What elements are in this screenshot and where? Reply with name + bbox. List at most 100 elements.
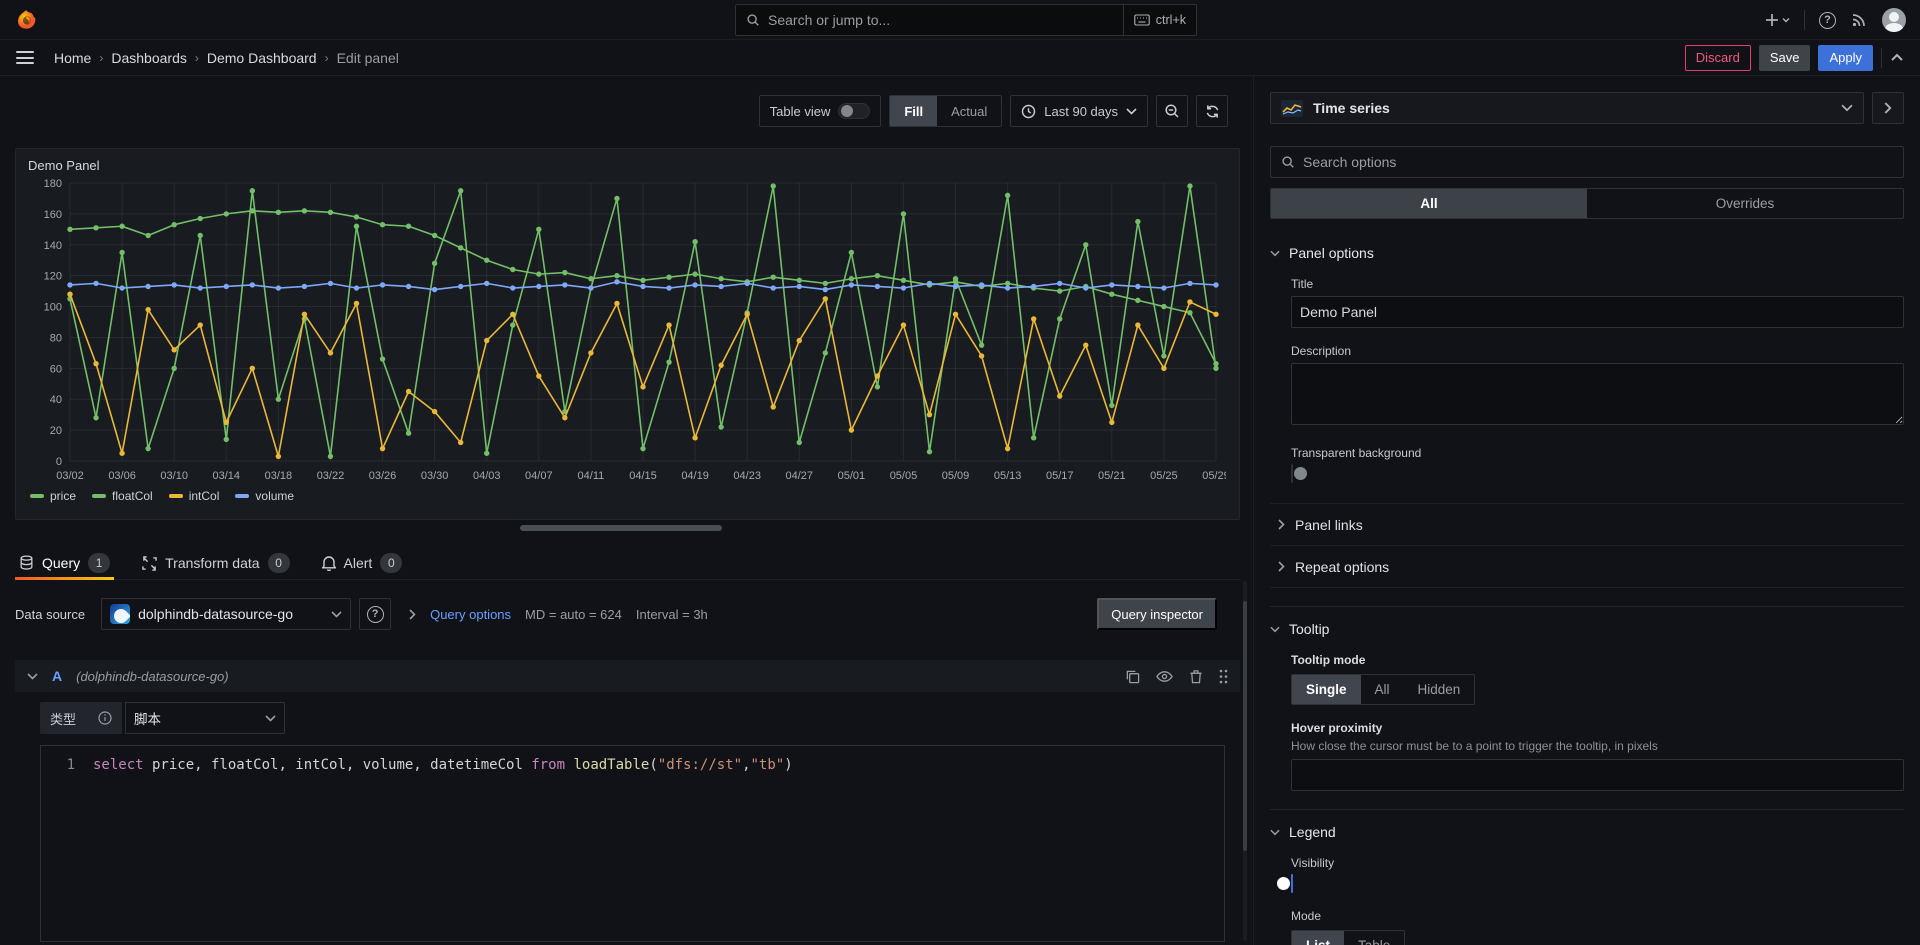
- table-view-toggle[interactable]: [838, 103, 870, 119]
- chevron-down-icon[interactable]: [27, 673, 38, 680]
- svg-text:03/18: 03/18: [265, 470, 293, 482]
- discard-button[interactable]: Discard: [1685, 45, 1751, 71]
- menu-toggle-icon[interactable]: [16, 51, 34, 64]
- query-options-link[interactable]: Query options: [430, 607, 511, 622]
- code-paren: (: [649, 754, 657, 776]
- code-keyword: from: [531, 754, 565, 776]
- breadcrumb-dashboards[interactable]: Dashboards: [111, 50, 187, 66]
- breadcrumb-dashboard-name[interactable]: Demo Dashboard: [207, 50, 317, 66]
- legend-header[interactable]: Legend: [1270, 824, 1904, 840]
- svg-text:160: 160: [44, 209, 62, 221]
- query-inspector-button[interactable]: Query inspector: [1097, 598, 1217, 630]
- datasource-picker[interactable]: dolphindb-datasource-go: [101, 598, 351, 630]
- tab-transform-data[interactable]: Transform data 0: [138, 547, 293, 579]
- visualization-row: Time series: [1270, 92, 1904, 124]
- duplicate-query-icon[interactable]: [1125, 669, 1140, 684]
- code-string: "tb": [751, 754, 785, 776]
- tab-overrides[interactable]: Overrides: [1587, 189, 1903, 218]
- breadcrumb-home[interactable]: Home: [54, 50, 91, 66]
- tab-query-label: Query: [42, 555, 80, 571]
- legend-item[interactable]: volume: [235, 489, 294, 503]
- svg-text:04/07: 04/07: [525, 470, 553, 482]
- demo-panel: Demo Panel 02040608010012014016018003/02…: [15, 148, 1240, 520]
- collapse-options-pane-button[interactable]: [1872, 92, 1904, 124]
- time-series-chart[interactable]: 02040608010012014016018003/0203/0603/100…: [26, 175, 1226, 487]
- script-type-select[interactable]: 脚本: [125, 702, 285, 734]
- query-pane-scrollbar[interactable]: [1243, 581, 1247, 941]
- legend-item[interactable]: floatCol: [92, 489, 153, 503]
- panel-title-input[interactable]: [1291, 296, 1904, 328]
- tab-transform-label: Transform data: [165, 555, 259, 571]
- panel-options-sidebar: Time series All Overrides: [1253, 76, 1920, 945]
- panel-title[interactable]: Demo Panel: [16, 149, 1239, 175]
- database-icon: [19, 555, 34, 571]
- tab-all-options[interactable]: All: [1271, 189, 1587, 218]
- visualization-picker[interactable]: Time series: [1270, 92, 1864, 124]
- svg-text:140: 140: [44, 240, 62, 252]
- zoom-out-button[interactable]: [1156, 95, 1188, 127]
- panel-links-row[interactable]: Panel links: [1270, 503, 1904, 545]
- svg-text:04/03: 04/03: [473, 470, 501, 482]
- options-search-box[interactable]: [1270, 146, 1904, 178]
- panel-description-textarea[interactable]: [1291, 363, 1904, 425]
- legend-mode-table[interactable]: Table: [1344, 931, 1404, 945]
- fill-option[interactable]: Fill: [890, 96, 937, 126]
- options-search-input[interactable]: [1303, 154, 1893, 170]
- tooltip-header[interactable]: Tooltip: [1270, 621, 1904, 637]
- code-editor[interactable]: 1 select price, floatCol, intCol, volume…: [40, 745, 1225, 942]
- datasource-help-button[interactable]: ?: [359, 598, 391, 630]
- code-line-1: 1 select price, floatCol, intCol, volume…: [41, 754, 1224, 776]
- datasource-label: Data source: [15, 607, 93, 622]
- user-avatar[interactable]: [1882, 8, 1906, 32]
- transform-count-badge: 0: [268, 553, 290, 573]
- drag-grip-icon[interactable]: [1219, 669, 1228, 684]
- code-function: loadTable: [565, 754, 649, 776]
- tab-alert[interactable]: Alert 0: [318, 547, 407, 579]
- legend-item[interactable]: intCol: [169, 489, 220, 503]
- query-count-badge: 1: [88, 553, 110, 573]
- repeat-options-row[interactable]: Repeat options: [1270, 545, 1904, 587]
- legend-mode-list[interactable]: List: [1292, 931, 1344, 945]
- save-button[interactable]: Save: [1759, 45, 1811, 71]
- tab-query[interactable]: Query 1: [15, 547, 114, 579]
- grafana-logo-icon[interactable]: [16, 9, 38, 31]
- max-datapoints-info: MD = auto = 624: [525, 607, 622, 622]
- hide-query-eye-icon[interactable]: [1156, 669, 1173, 684]
- tab-alert-label: Alert: [344, 555, 373, 571]
- info-circle-icon[interactable]: [98, 711, 112, 725]
- alert-count-badge: 0: [380, 553, 402, 573]
- delete-query-trash-icon[interactable]: [1189, 669, 1203, 684]
- svg-text:05/17: 05/17: [1046, 470, 1074, 482]
- news-rss-icon[interactable]: [1850, 11, 1868, 29]
- search-input[interactable]: [768, 12, 1123, 28]
- legend-label: intCol: [189, 489, 220, 503]
- help-icon[interactable]: ?: [1819, 12, 1836, 29]
- script-type-value: 脚本: [134, 708, 161, 728]
- tooltip-mode-all[interactable]: All: [1361, 675, 1404, 704]
- repeat-options-label: Repeat options: [1295, 559, 1389, 575]
- chevron-up-icon[interactable]: [1890, 53, 1904, 62]
- title-field-label: Title: [1291, 277, 1904, 291]
- add-new-button[interactable]: [1764, 12, 1790, 28]
- refresh-button[interactable]: [1196, 95, 1228, 127]
- tooltip-mode-single[interactable]: Single: [1292, 675, 1361, 704]
- query-type-row: 类型 脚本: [40, 702, 285, 734]
- chevron-down-icon: [1126, 108, 1137, 115]
- apply-button[interactable]: Apply: [1818, 45, 1873, 71]
- transparent-background-toggle[interactable]: [1291, 464, 1293, 483]
- global-search-box[interactable]: ctrl+k: [735, 4, 1197, 36]
- tooltip-mode-hidden[interactable]: Hidden: [1404, 675, 1475, 704]
- pane-resize-handle[interactable]: [520, 525, 722, 531]
- legend-swatch: [235, 494, 249, 498]
- panel-options-header[interactable]: Panel options: [1270, 245, 1904, 261]
- hover-proximity-input[interactable]: [1291, 759, 1904, 791]
- type-label: 类型: [50, 709, 76, 728]
- main-column: Table view Fill Actual Last 90 days: [0, 76, 1252, 945]
- query-a-row[interactable]: A (dolphindb-datasource-go): [15, 660, 1240, 692]
- time-series-viz-icon: [1281, 100, 1303, 117]
- time-range-picker[interactable]: Last 90 days: [1010, 95, 1148, 127]
- svg-text:05/29: 05/29: [1202, 470, 1226, 482]
- legend-item[interactable]: price: [30, 489, 76, 503]
- actual-option[interactable]: Actual: [937, 96, 1001, 126]
- legend-visibility-toggle[interactable]: [1291, 874, 1293, 893]
